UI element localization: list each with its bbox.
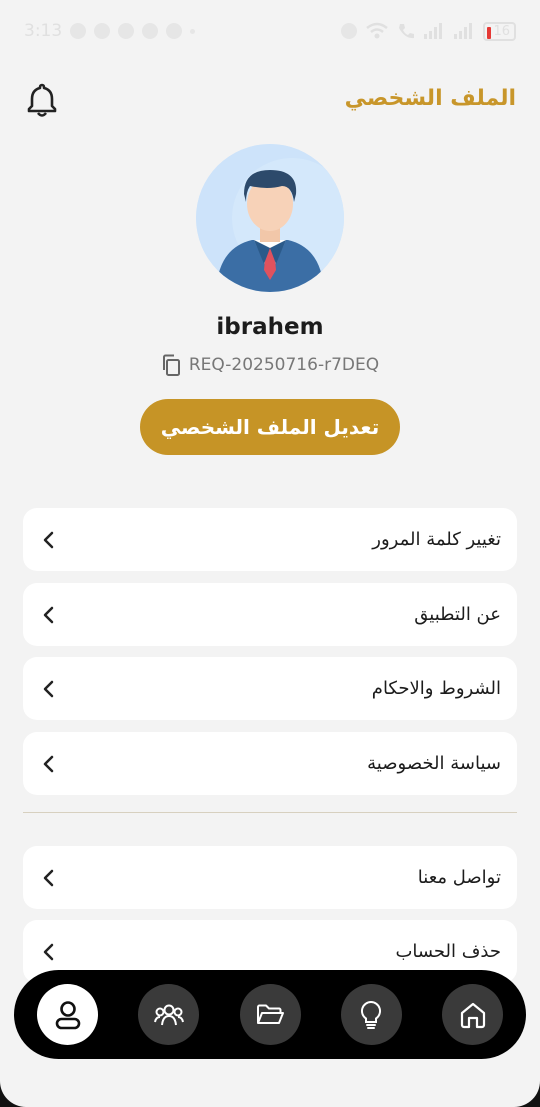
chevron-left-icon — [43, 943, 54, 960]
battery-indicator: 16 — [483, 21, 516, 41]
snapchat-icon — [94, 23, 111, 39]
menu-item-label: تواصل معنا — [417, 867, 501, 888]
nav-groups-button[interactable] — [138, 984, 200, 1045]
home-icon — [460, 1002, 485, 1028]
instagram-icon — [166, 23, 183, 39]
header: الملف الشخصي — [0, 82, 540, 122]
whatsapp-icon — [70, 23, 87, 39]
notifications-bell-icon[interactable] — [26, 82, 58, 118]
menu-item-label: حذف الحساب — [395, 941, 501, 962]
page-title: الملف الشخصي — [344, 86, 516, 111]
chevron-left-icon — [43, 606, 54, 623]
menu-item-terms[interactable]: الشروط والاحكام — [23, 657, 517, 720]
username: ibrahem — [216, 314, 324, 340]
request-id: REQ-20250716-r7DEQ — [188, 355, 380, 375]
messenger-icon — [118, 23, 135, 39]
menu-item-privacy-policy[interactable]: سياسة الخصوصية — [23, 732, 517, 795]
edit-profile-button[interactable]: تعديل الملف الشخصي — [140, 399, 400, 455]
nav-profile-button[interactable] — [37, 984, 98, 1045]
menu-item-label: الشروط والاحكام — [371, 678, 501, 699]
chevron-left-icon — [43, 680, 54, 697]
menu-item-contact-us[interactable]: تواصل معنا — [23, 846, 517, 909]
nav-files-button[interactable] — [239, 984, 301, 1045]
signal-icon — [424, 23, 443, 39]
chevron-left-icon — [43, 869, 54, 886]
profile-avatar — [196, 144, 344, 292]
bottom-navigation-bar — [14, 970, 526, 1059]
menu-item-change-password[interactable]: تغيير كلمة المرور — [23, 508, 517, 571]
lightbulb-icon — [361, 1000, 382, 1029]
copy-icon[interactable] — [161, 354, 181, 376]
signal-icon-2 — [454, 23, 473, 39]
wifi-icon — [366, 22, 389, 39]
more-notifications-icon — [190, 28, 196, 34]
avatar-illustration — [196, 144, 344, 292]
menu-item-label: تغيير كلمة المرور — [372, 529, 501, 550]
user-icon — [55, 1000, 80, 1029]
profile-screen: 3:13 16 الملف الشخصي ibrahem REQ-2025071… — [0, 0, 540, 1107]
group-icon — [153, 1004, 184, 1025]
menu-item-label: عن التطبيق — [414, 604, 501, 625]
chevron-left-icon — [43, 755, 54, 772]
alarm-icon — [341, 23, 358, 39]
status-time: 3:13 — [24, 21, 63, 41]
nav-home-button[interactable] — [442, 984, 503, 1045]
menu-item-about-app[interactable]: عن التطبيق — [23, 583, 517, 646]
chevron-left-icon — [43, 531, 54, 548]
status-bar: 3:13 16 — [0, 0, 540, 62]
call-icon — [399, 24, 415, 39]
request-id-row[interactable]: REQ-20250716-r7DEQ — [0, 354, 540, 376]
menu-item-label: سياسة الخصوصية — [367, 753, 501, 774]
app-icon — [142, 23, 159, 39]
divider — [23, 812, 517, 813]
nav-ideas-button[interactable] — [340, 984, 402, 1045]
folder-icon — [257, 1004, 284, 1024]
